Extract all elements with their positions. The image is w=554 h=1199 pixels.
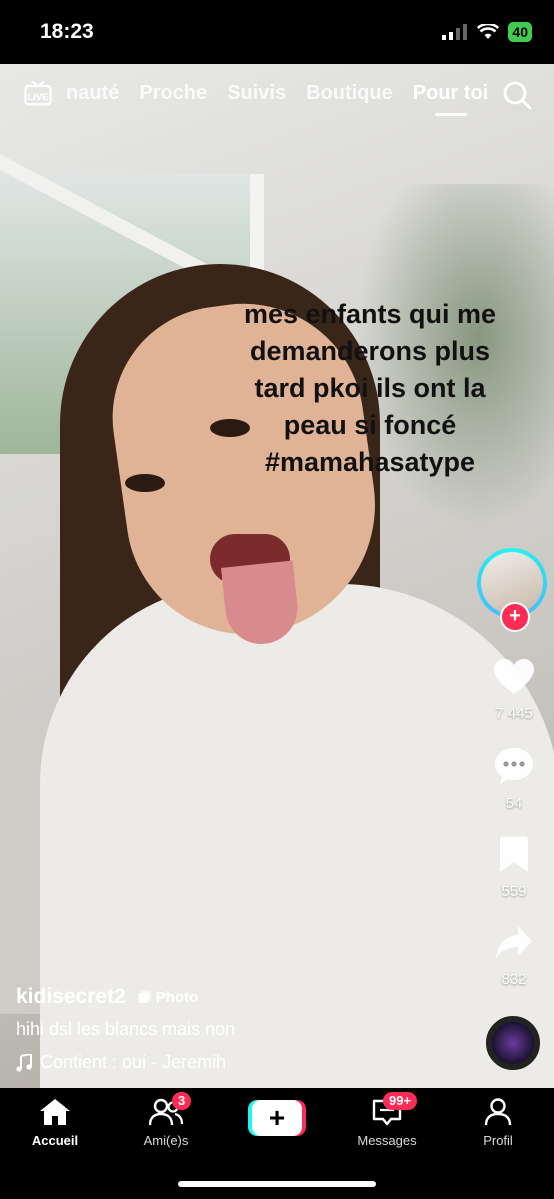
person-eye-left (125, 474, 165, 492)
post-username[interactable]: kidisecret2 (16, 985, 126, 1009)
tab-suivis[interactable]: Suivis (227, 82, 286, 105)
comment-count: 54 (505, 795, 523, 812)
feed-tabs: nauté Proche Suivis Boutique Pour toi (66, 82, 488, 105)
nav-profile[interactable]: Profil (448, 1098, 548, 1148)
share-button[interactable]: 832 (474, 924, 554, 988)
tab-proche[interactable]: Proche (139, 82, 207, 105)
create-button[interactable]: + (248, 1100, 306, 1136)
video-caption: mes enfants qui me demanderons plus tard… (220, 296, 520, 481)
photo-badge: Photo (138, 988, 199, 1006)
comment-icon (495, 748, 533, 784)
follow-button[interactable]: + (500, 602, 530, 632)
like-button[interactable]: 7 445 (474, 658, 554, 722)
friends-badge: 3 (172, 1092, 192, 1110)
nav-inbox-label: Messages (357, 1133, 417, 1148)
music-disc[interactable] (486, 1016, 540, 1070)
home-icon (40, 1099, 70, 1125)
nav-friends-label: Ami(e)s (143, 1133, 189, 1148)
bookmark-icon (500, 836, 528, 872)
top-nav: LIVE nauté Proche Suivis Boutique Pour t… (0, 64, 554, 124)
music-note-icon (16, 1053, 32, 1072)
wifi-icon (477, 24, 500, 39)
tab-communaute[interactable]: nauté (66, 82, 119, 105)
post-info: kidisecret2 Photo hihi dsl les blancs ma… (16, 985, 456, 1073)
status-time: 18:23 (40, 20, 94, 43)
status-bar: 18:23 40 (0, 0, 554, 64)
tab-pour-toi[interactable]: Pour toi (413, 82, 489, 105)
live-label: LIVE (27, 92, 48, 103)
comment-button[interactable]: 54 (474, 746, 554, 812)
video-player[interactable]: mes enfants qui me demanderons plus tard… (0, 64, 554, 1088)
inbox-badge: 99+ (383, 1092, 418, 1110)
photo-badge-label: Photo (155, 988, 199, 1006)
nav-home[interactable]: Accueil (5, 1098, 105, 1148)
like-count: 7 445 (495, 705, 533, 722)
home-indicator (178, 1181, 376, 1187)
nav-inbox[interactable]: Messages 99+ (337, 1092, 437, 1148)
share-icon (496, 926, 532, 959)
photo-icon (138, 990, 151, 1003)
caption-line: demanderons plus (249, 336, 491, 366)
create-plus-icon: + (252, 1100, 302, 1136)
nav-friends[interactable]: Ami(e)s 3 (116, 1092, 216, 1148)
nav-profile-label: Profil (483, 1133, 513, 1148)
caption-line: mes enfants qui me (243, 299, 497, 329)
status-icons: 40 (442, 22, 532, 42)
nav-home-label: Accueil (31, 1133, 79, 1148)
caption-line: tard pkoi ils ont la (254, 373, 486, 403)
signal-icon (442, 24, 468, 40)
search-icon[interactable] (502, 80, 532, 110)
music-label: Contient : oui - Jeremih (40, 1052, 227, 1072)
music-row[interactable]: Contient : oui - Jeremih (16, 1052, 456, 1073)
profile-icon (484, 1098, 512, 1126)
share-count: 832 (501, 971, 527, 988)
post-description[interactable]: hihi dsl les blancs mais non (16, 1019, 456, 1040)
battery-icon: 40 (508, 22, 532, 42)
live-icon[interactable]: LIVE (22, 80, 54, 106)
caption-line: peau si foncé (283, 410, 457, 440)
caption-line: #mamahasatype (264, 447, 476, 477)
save-count: 559 (501, 883, 527, 900)
tab-boutique[interactable]: Boutique (306, 82, 393, 105)
save-button[interactable]: 559 (474, 836, 554, 900)
heart-icon (494, 659, 534, 694)
